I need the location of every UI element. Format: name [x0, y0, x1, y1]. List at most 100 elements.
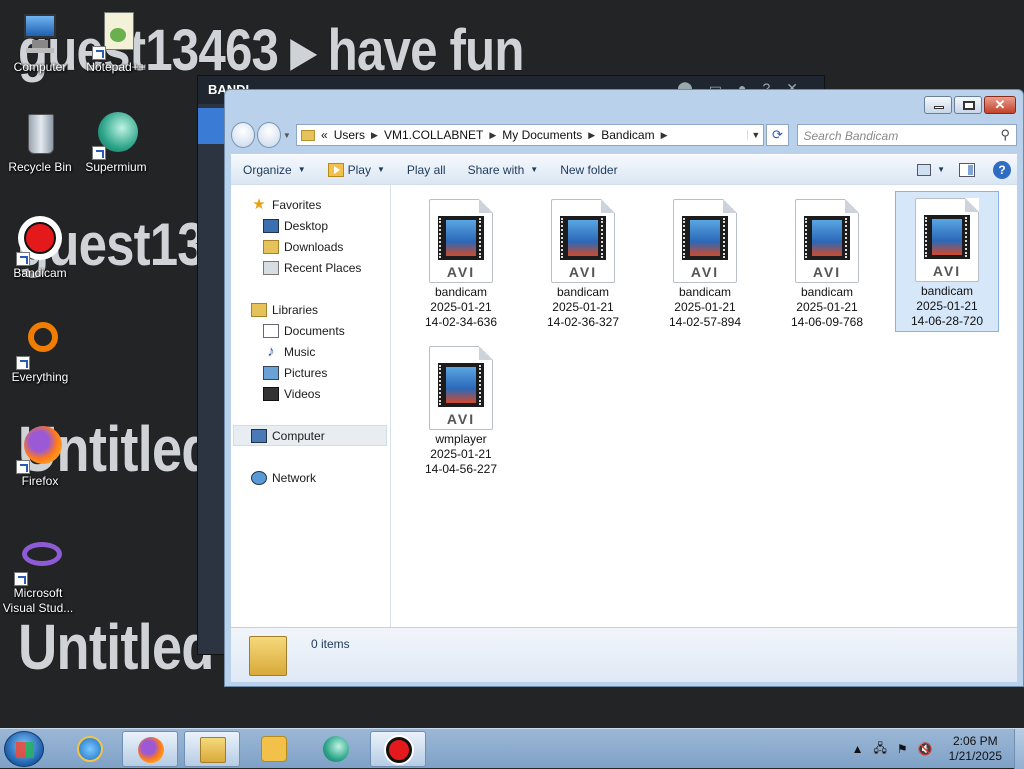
search-input[interactable]: Search Bandicam ⚲: [796, 124, 1018, 146]
file-item[interactable]: AVI bandicam 2025-01-21 14-02-34-636: [409, 193, 513, 330]
taskbar-internet-explorer[interactable]: [62, 731, 118, 767]
recent-places-icon: [263, 261, 279, 275]
bandicam-active-tab[interactable]: [198, 108, 226, 144]
nav-documents[interactable]: Documents: [263, 321, 345, 341]
nav-pictures[interactable]: Pictures: [263, 363, 327, 383]
desktop-icon-computer[interactable]: Computer: [2, 10, 78, 75]
breadcrumb-separator-icon[interactable]: ▶: [661, 130, 668, 141]
videos-icon: [263, 387, 279, 401]
refresh-button[interactable]: ⟳: [766, 124, 789, 146]
desktop-icon-supermium[interactable]: Supermium: [78, 110, 154, 175]
shortcut-arrow-icon: [16, 252, 30, 266]
maximize-button[interactable]: [954, 96, 982, 114]
breadcrumb-my-documents[interactable]: My Documents: [502, 128, 582, 142]
network-icon: [251, 471, 267, 485]
forward-button[interactable]: [256, 122, 281, 148]
taskbar-supermium[interactable]: [308, 731, 364, 767]
nav-recent-places[interactable]: Recent Places: [263, 258, 361, 278]
volume-muted-icon[interactable]: 🔇: [918, 742, 933, 756]
taskbar-media-player[interactable]: [246, 731, 302, 767]
play-all-button[interactable]: Play all: [407, 163, 446, 177]
file-item-selected[interactable]: AVI bandicam 2025-01-21 14-06-28-720: [895, 191, 999, 332]
desktop-icon-notepadpp[interactable]: Notepad++: [78, 10, 154, 75]
close-button[interactable]: ✕: [984, 96, 1016, 114]
bandicam-record-icon: [16, 216, 64, 266]
desktop-icon-label: Everything: [11, 370, 69, 384]
clock-time: 2:06 PM: [952, 734, 998, 748]
breadcrumb-separator-icon[interactable]: ▶: [371, 130, 378, 141]
preview-pane-icon[interactable]: [959, 162, 975, 177]
explorer-content: ★ Favorites Desktop Downloads Recent Pla…: [231, 184, 1017, 627]
breadcrumb-vm1-collabnet[interactable]: VM1.COLLABNET: [384, 128, 483, 142]
search-icon[interactable]: ⚲: [1000, 127, 1010, 143]
shortcut-arrow-icon: [92, 146, 106, 160]
back-button[interactable]: [231, 122, 255, 148]
explorer-titlebar[interactable]: ✕: [225, 90, 1023, 122]
nav-desktop[interactable]: Desktop: [263, 216, 328, 236]
nav-downloads[interactable]: Downloads: [263, 237, 343, 257]
taskbar-firefox[interactable]: [122, 731, 178, 767]
internet-explorer-icon: [77, 736, 103, 762]
file-item[interactable]: AVI wmplayer 2025-01-21 14-04-56-227: [409, 340, 513, 477]
chevron-down-icon: ▼: [297, 165, 306, 174]
music-note-icon: ♪: [267, 343, 275, 360]
breadcrumb-separator-icon[interactable]: ▶: [588, 130, 595, 141]
minimize-button[interactable]: [924, 96, 952, 114]
avi-video-icon: AVI: [673, 199, 737, 283]
bandicam-sidebar: [198, 104, 226, 654]
file-item[interactable]: AVI bandicam 2025-01-21 14-02-36-327: [531, 193, 635, 330]
desktop-icon-label: Notepad++: [86, 60, 146, 74]
system-tray: ▲ 🖧 ⚑ 🔇 2:06 PM 1/21/2025: [852, 729, 1024, 769]
start-button[interactable]: [4, 731, 44, 767]
breadcrumb-bandicam[interactable]: Bandicam: [601, 128, 654, 142]
desktop-icon-everything[interactable]: Everything: [2, 320, 78, 385]
action-center-flag-icon[interactable]: ⚑: [897, 742, 908, 756]
desktop-icon-firefox[interactable]: Firefox: [2, 424, 78, 489]
nav-favorites[interactable]: ★ Favorites: [251, 195, 321, 215]
firefox-icon: [138, 737, 164, 763]
explorer-window[interactable]: ✕ ▼ « Users ▶ VM1.COLLABNET ▶ My Documen…: [224, 89, 1024, 687]
file-date: 2025-01-21: [796, 300, 858, 314]
taskbar-bandicam[interactable]: [370, 731, 426, 767]
view-dropdown-icon[interactable]: ▼: [937, 165, 945, 174]
navigation-pane: ★ Favorites Desktop Downloads Recent Pla…: [231, 185, 391, 627]
breadcrumb-users[interactable]: Users: [334, 128, 365, 142]
recent-pages-dropdown[interactable]: ▼: [283, 131, 292, 140]
avi-video-icon: AVI: [429, 199, 493, 283]
taskbar-explorer[interactable]: [184, 731, 240, 767]
desktop-icon-bandicam[interactable]: Bandicam: [2, 216, 78, 281]
clock[interactable]: 2:06 PM 1/21/2025: [949, 734, 1002, 764]
change-view-icon[interactable]: [917, 163, 932, 176]
address-bar[interactable]: « Users ▶ VM1.COLLABNET ▶ My Documents ▶…: [296, 124, 765, 146]
desktop-icon-recycle-bin[interactable]: Recycle Bin: [2, 110, 78, 175]
nav-label: Desktop: [284, 219, 329, 233]
maximize-icon: [963, 101, 975, 110]
nav-libraries[interactable]: Libraries: [251, 300, 318, 320]
organize-button[interactable]: Organize ▼: [243, 163, 306, 177]
breadcrumb-overflow[interactable]: «: [321, 128, 328, 142]
file-list: AVI bandicam 2025-01-21 14-02-34-636 AVI…: [391, 185, 1017, 627]
file-item[interactable]: AVI bandicam 2025-01-21 14-06-09-768: [775, 193, 879, 330]
nav-music[interactable]: ♪ Music: [263, 342, 315, 362]
file-item[interactable]: AVI bandicam 2025-01-21 14-02-57-894: [653, 193, 757, 330]
downloads-icon: [263, 240, 279, 254]
network-tray-icon[interactable]: 🖧: [874, 739, 887, 760]
share-with-button[interactable]: Share with ▼: [468, 163, 539, 177]
play-button[interactable]: Play ▼: [327, 162, 385, 177]
breadcrumb-separator-icon[interactable]: ▶: [489, 130, 496, 141]
folder-icon: [301, 129, 316, 141]
avi-video-icon: AVI: [795, 199, 859, 283]
new-folder-button[interactable]: New folder: [560, 163, 617, 177]
show-desktop-button[interactable]: [1014, 729, 1024, 769]
desktop-icon-label: Recycle Bin: [8, 160, 72, 174]
nav-computer[interactable]: Computer: [251, 426, 325, 446]
shortcut-arrow-icon: [14, 572, 28, 586]
address-history-dropdown[interactable]: ▼: [747, 130, 763, 140]
shortcut-arrow-icon: [16, 356, 30, 370]
firefox-icon: [16, 424, 64, 474]
help-icon[interactable]: ?: [993, 160, 1011, 179]
desktop-icon-visual-studio[interactable]: Microsoft Visual Stud...: [0, 536, 76, 616]
nav-videos[interactable]: Videos: [263, 384, 320, 404]
nav-network[interactable]: Network: [251, 468, 316, 488]
show-hidden-icons-button[interactable]: ▲: [852, 742, 864, 756]
